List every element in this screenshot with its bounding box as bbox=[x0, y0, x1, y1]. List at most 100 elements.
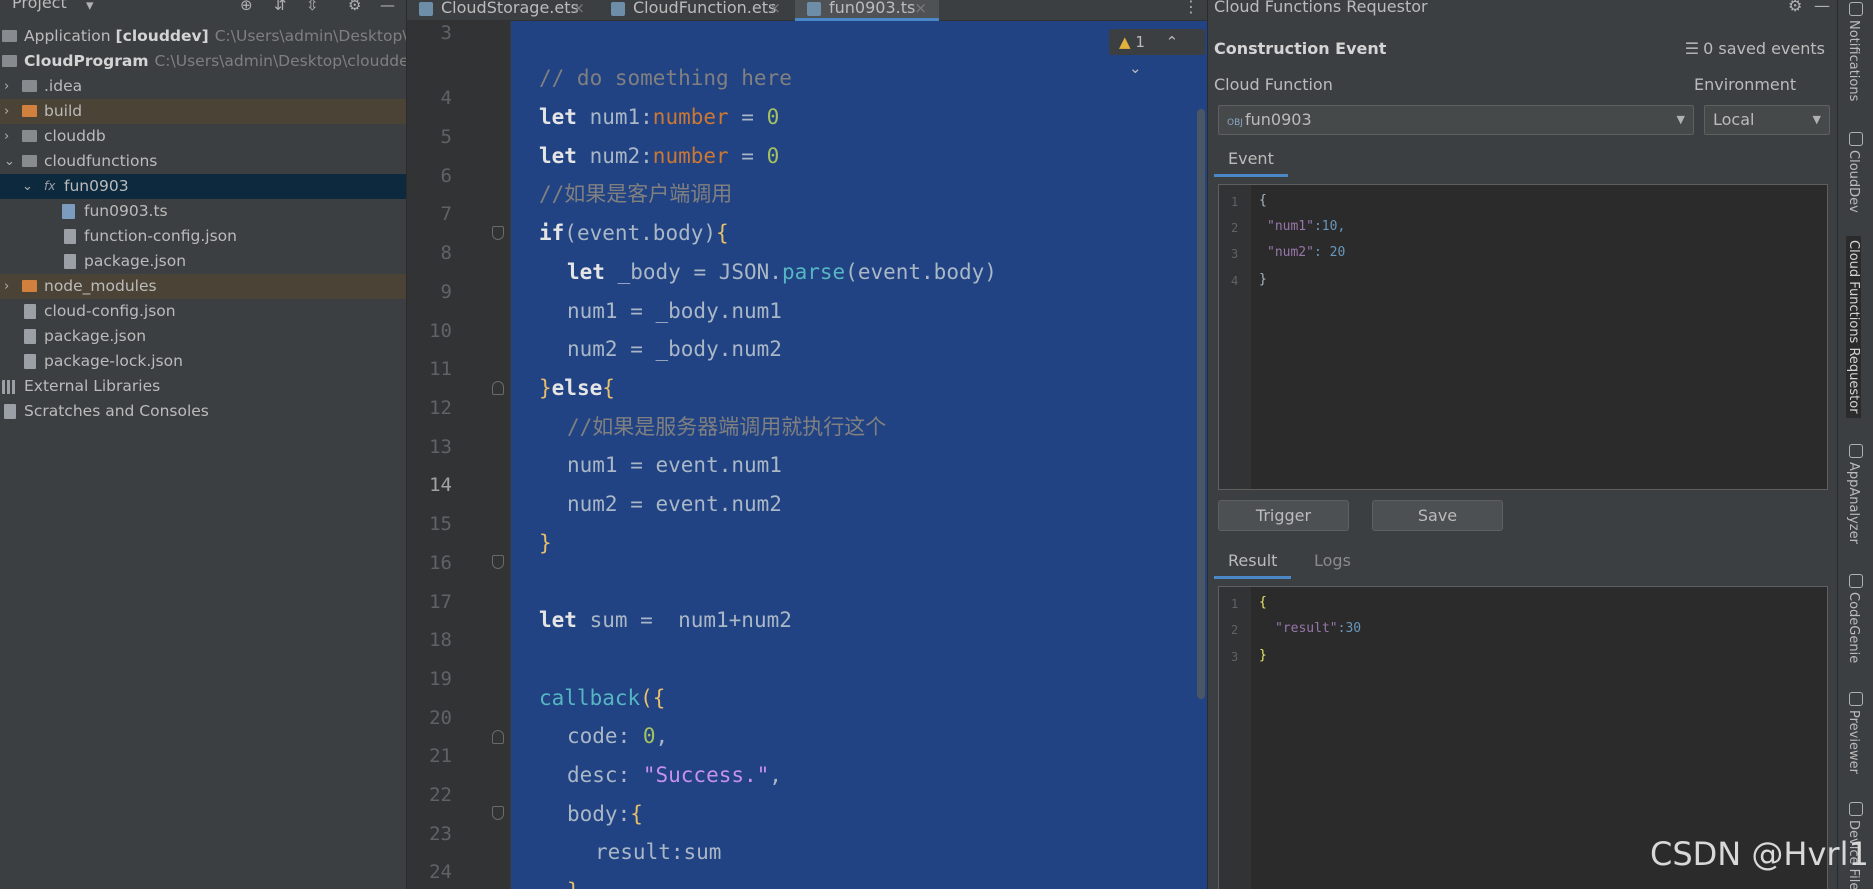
scratches-icon bbox=[4, 404, 16, 419]
editor-scrollbar[interactable] bbox=[1197, 109, 1205, 699]
tool-cloud-functions-requestor[interactable]: Cloud Functions Requestor bbox=[1846, 236, 1861, 418]
appanalyzer-icon[interactable] bbox=[1849, 444, 1863, 458]
tree-item-scratches[interactable]: Scratches and Consoles bbox=[0, 399, 406, 424]
tab-label: CloudStorage.ets bbox=[441, 0, 579, 17]
chevron-down-icon[interactable]: ⌄ bbox=[1129, 59, 1142, 77]
line-number: 3 bbox=[440, 22, 452, 44]
line-number: 9 bbox=[440, 281, 452, 303]
tree-item-external-libraries[interactable]: External Libraries bbox=[0, 374, 406, 399]
chevron-right-icon[interactable]: › bbox=[4, 99, 9, 124]
cloud-function-select[interactable]: OBJ fun0903 ▼ bbox=[1218, 105, 1694, 135]
more-vertical-icon[interactable]: ⋮ bbox=[1183, 0, 1199, 16]
tree-item-cloudfunctions[interactable]: ⌄ cloudfunctions bbox=[0, 149, 406, 174]
expand-all-icon[interactable]: ⇵ bbox=[274, 0, 287, 14]
json-file-icon bbox=[24, 354, 36, 369]
tree-item-fun0903-ts[interactable]: fun0903.ts bbox=[0, 199, 406, 224]
tab-fun0903-ts[interactable]: fun0903.ts × bbox=[795, 0, 939, 21]
construction-event-title: Construction Event bbox=[1214, 39, 1387, 58]
tree-label: package-lock.json bbox=[44, 352, 183, 370]
environment-select[interactable]: Local ▼ bbox=[1704, 105, 1830, 135]
line-number: 3 bbox=[1231, 650, 1239, 664]
tree-item-package-lock[interactable]: package-lock.json bbox=[0, 349, 406, 374]
tree-item-cloud-config[interactable]: cloud-config.json bbox=[0, 299, 406, 324]
code-line: num2 = event.num2 bbox=[567, 492, 782, 516]
tree-item-cloudprogram[interactable]: ⌄ CloudProgramC:\Users\admin\Desktop\clo… bbox=[0, 49, 406, 74]
chevron-down-icon: ▼ bbox=[1676, 113, 1685, 126]
gear-icon[interactable]: ⚙ bbox=[1788, 0, 1802, 15]
tree-item-package-json-root[interactable]: package.json bbox=[0, 324, 406, 349]
tab-cloudstorage[interactable]: CloudStorage.ets × bbox=[407, 0, 597, 21]
line-number: 18 bbox=[429, 629, 452, 651]
gear-icon[interactable]: ⚙ bbox=[348, 0, 361, 14]
folder-icon bbox=[22, 80, 37, 92]
tree-item-clouddb[interactable]: › clouddb bbox=[0, 124, 406, 149]
codegenie-icon[interactable] bbox=[1849, 574, 1863, 588]
bell-icon[interactable] bbox=[1849, 2, 1863, 16]
tool-notifications[interactable]: Notifications bbox=[1846, 20, 1861, 101]
tab-logs[interactable]: Logs bbox=[1300, 547, 1365, 579]
trigger-button[interactable]: Trigger bbox=[1218, 500, 1349, 531]
locate-icon[interactable]: ⊕ bbox=[240, 0, 253, 14]
tab-event[interactable]: Event bbox=[1214, 145, 1288, 177]
line-number: 6 bbox=[440, 165, 452, 187]
tree-label: function-config.json bbox=[84, 227, 237, 245]
chevron-down-icon[interactable]: ⌄ bbox=[4, 149, 15, 174]
chevron-down-icon[interactable]: ⌄ bbox=[22, 174, 33, 199]
code-line: body:{ bbox=[567, 802, 643, 826]
tab-result[interactable]: Result bbox=[1214, 547, 1292, 579]
device-icon[interactable] bbox=[1849, 802, 1863, 816]
chevron-down-icon[interactable]: ▾ bbox=[86, 0, 94, 14]
fold-marker-icon[interactable] bbox=[492, 730, 504, 744]
eye-icon[interactable] bbox=[1849, 692, 1863, 706]
clouddev-icon[interactable] bbox=[1849, 132, 1863, 146]
minimize-icon[interactable]: — bbox=[380, 0, 395, 14]
fold-marker-icon[interactable] bbox=[492, 806, 504, 820]
tool-codegenie[interactable]: CodeGenie bbox=[1846, 592, 1861, 663]
save-button[interactable]: Save bbox=[1372, 500, 1503, 531]
inspection-widget[interactable]: ▲ 1 ⌃ ⌄ bbox=[1109, 29, 1205, 77]
close-icon[interactable]: × bbox=[914, 0, 927, 16]
code-line: code: 0, bbox=[567, 724, 669, 748]
code-editor[interactable]: ▲ 1 ⌃ ⌄ // do something here let num1:nu… bbox=[511, 21, 1207, 889]
fold-marker-icon[interactable] bbox=[492, 381, 504, 395]
tree-label: package.json bbox=[44, 327, 147, 345]
tree-label: clouddb bbox=[44, 127, 106, 145]
excluded-folder-icon bbox=[22, 105, 37, 117]
json-line: } bbox=[1259, 272, 1267, 287]
tree-item-fun0903[interactable]: ⌄ fx fun0903 bbox=[0, 174, 406, 199]
tool-clouddev[interactable]: CloudDev bbox=[1846, 150, 1861, 213]
json-line: "result":30 bbox=[1275, 621, 1362, 636]
close-icon[interactable]: × bbox=[572, 0, 585, 16]
code-line: // do something here bbox=[539, 66, 792, 90]
collapse-all-icon[interactable]: ⇳ bbox=[306, 0, 319, 14]
tree-label: External Libraries bbox=[24, 377, 161, 395]
fold-marker-icon[interactable] bbox=[492, 555, 504, 569]
minimize-icon[interactable]: — bbox=[1814, 0, 1830, 15]
tree-item-application[interactable]: Application [clouddev] C:\Users\admin\Des… bbox=[0, 24, 406, 49]
code-line: result:sum bbox=[595, 840, 722, 864]
chevron-right-icon[interactable]: › bbox=[4, 74, 9, 99]
tree-item-build[interactable]: › build bbox=[0, 99, 406, 124]
fold-marker-icon[interactable] bbox=[492, 226, 504, 240]
tree-item-function-config[interactable]: function-config.json bbox=[0, 224, 406, 249]
tool-appanalyzer[interactable]: AppAnalyzer bbox=[1846, 462, 1861, 544]
tree-item-package-json[interactable]: package.json bbox=[0, 249, 406, 274]
chevron-right-icon[interactable]: › bbox=[4, 124, 9, 149]
close-icon[interactable]: × bbox=[768, 0, 781, 16]
tree-item-node-modules[interactable]: › node_modules bbox=[0, 274, 406, 299]
typescript-file-icon bbox=[807, 2, 821, 16]
tab-cloudfunction[interactable]: CloudFunction.ets × bbox=[599, 0, 793, 21]
tool-previewer[interactable]: Previewer bbox=[1846, 710, 1861, 774]
line-number: 2 bbox=[1231, 221, 1239, 235]
json-file-icon bbox=[64, 254, 76, 269]
chevron-up-icon[interactable]: ⌃ bbox=[1166, 33, 1179, 51]
project-title[interactable]: Project bbox=[12, 0, 67, 12]
code-line: }else{ bbox=[539, 376, 615, 400]
environment-label: Environment bbox=[1694, 75, 1797, 94]
chevron-right-icon[interactable]: › bbox=[4, 274, 9, 299]
tree-item-idea[interactable]: › .idea bbox=[0, 74, 406, 99]
event-json-editor[interactable]: 1 2 3 4 { "num1":10, "num2": 20 } bbox=[1218, 184, 1828, 490]
project-sidebar: Project ▾ ⊕ ⇵ ⇳ ⚙ — Application [cloudde… bbox=[0, 0, 407, 889]
folder-icon bbox=[22, 130, 37, 142]
saved-events-link[interactable]: ☰ 0 saved events bbox=[1685, 39, 1825, 58]
